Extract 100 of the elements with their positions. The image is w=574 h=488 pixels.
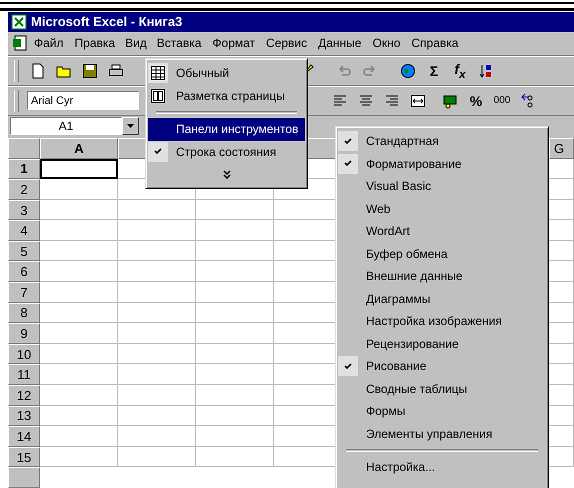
currency-icon[interactable]: [442, 92, 458, 109]
menu-bar-item[interactable]: Данные: [313, 33, 366, 54]
menu-bar-item[interactable]: Вставка: [152, 33, 206, 54]
name-box[interactable]: A1: [10, 117, 122, 136]
row-header[interactable]: 4: [8, 220, 40, 241]
grid-cell[interactable]: [118, 220, 196, 241]
row-header[interactable]: 10: [8, 344, 40, 364]
grid-cell[interactable]: [118, 240, 196, 262]
page-layout-icon[interactable]: [150, 88, 166, 104]
menu-item[interactable]: Рецензирование: [338, 332, 546, 355]
grid-cell[interactable]: [196, 200, 274, 220]
grid-cell[interactable]: [196, 426, 274, 447]
globe-icon[interactable]: [400, 62, 416, 79]
menu-bar-item[interactable]: Формат: [207, 33, 260, 54]
menu-bar-item[interactable]: Окно: [367, 33, 406, 54]
menu-item[interactable]: Разметка страницы: [148, 84, 305, 107]
grid-cell[interactable]: [118, 344, 196, 364]
grid-cell[interactable]: [118, 364, 196, 386]
menu-bar-item[interactable]: Сервис: [261, 33, 312, 54]
grid-cell[interactable]: [118, 302, 196, 324]
grid-cell[interactable]: [196, 385, 274, 406]
menu-bar-item[interactable]: Вид: [121, 34, 151, 52]
menu-item[interactable]: WordArt: [338, 220, 546, 242]
grid-cell[interactable]: [40, 302, 118, 324]
column-header[interactable]: A: [40, 138, 118, 159]
grid-cell[interactable]: [196, 220, 274, 241]
function-button[interactable]: f$_{x}$: [449, 60, 471, 82]
menu-item[interactable]: Элементы управления: [338, 422, 546, 445]
grid-cell[interactable]: [196, 406, 274, 426]
grid-cell[interactable]: [118, 406, 196, 426]
grid-cell[interactable]: [196, 323, 274, 344]
menu-item[interactable]: Настройка изображения: [338, 310, 546, 332]
row-header[interactable]: 5: [8, 240, 40, 262]
row-header[interactable]: 11: [8, 364, 40, 386]
percent-button[interactable]: %: [465, 90, 487, 112]
menu-item[interactable]: Рисование: [338, 355, 546, 378]
new-document-icon[interactable]: [30, 62, 46, 79]
menu-item[interactable]: Сводные таблицы: [338, 378, 546, 400]
menu-item[interactable]: Visual Basic: [338, 175, 546, 198]
menu-item[interactable]: Буфер обмена: [338, 242, 546, 265]
grid-cell[interactable]: [40, 344, 118, 364]
menu-item[interactable]: Настройка...: [338, 456, 546, 478]
printer-icon[interactable]: [108, 62, 124, 79]
corner-header[interactable]: [8, 138, 40, 159]
grid-cell[interactable]: [196, 446, 274, 468]
grid-cell[interactable]: [40, 282, 118, 303]
thousands-button[interactable]: 000: [491, 90, 513, 112]
row-header[interactable]: 12: [8, 385, 40, 406]
menu-item[interactable]: Обычный: [148, 62, 305, 84]
menu-item[interactable]: Формы: [338, 400, 546, 422]
grid-cell[interactable]: [40, 426, 118, 447]
grid-cell[interactable]: [196, 282, 274, 303]
grid-cell[interactable]: [196, 344, 274, 364]
row-header[interactable]: 15: [8, 446, 40, 468]
row-header[interactable]: 8: [8, 302, 40, 324]
menu-bar-item[interactable]: Файл: [29, 33, 69, 54]
column-header[interactable]: G: [549, 138, 574, 159]
row-header[interactable]: 7: [8, 282, 40, 303]
grid-cell[interactable]: [40, 261, 118, 282]
grid-cell[interactable]: [40, 446, 118, 468]
menu-item[interactable]: Форматирование: [338, 152, 546, 175]
excel-icon[interactable]: [11, 14, 27, 30]
menu-item[interactable]: Внешние данные: [338, 265, 546, 288]
grid-cell[interactable]: [196, 302, 274, 324]
row-header[interactable]: 3: [8, 200, 40, 220]
grid-cell[interactable]: [40, 240, 118, 262]
sum-button[interactable]: Σ: [423, 60, 445, 82]
document-icon[interactable]: [12, 35, 28, 52]
grid-cell[interactable]: [40, 323, 118, 344]
row-header[interactable]: 6: [8, 261, 40, 282]
grid-cell[interactable]: [40, 364, 118, 386]
font-field[interactable]: Arial Cyr: [27, 91, 139, 110]
active-cell[interactable]: [40, 158, 118, 180]
sort-ascending-icon[interactable]: [478, 62, 494, 79]
grid-cell[interactable]: [118, 385, 196, 406]
grid-cell[interactable]: [118, 200, 196, 220]
grid-cell[interactable]: [118, 261, 196, 282]
menu-item[interactable]: Панели инструментов: [148, 118, 305, 140]
grid-cell[interactable]: [40, 406, 118, 426]
row-header[interactable]: 1: [8, 158, 40, 180]
merge-center-icon[interactable]: [410, 92, 426, 109]
grid-cell[interactable]: [196, 240, 274, 262]
menu-item[interactable]: Диаграммы: [338, 288, 546, 310]
menu-item[interactable]: Стандартная: [338, 130, 546, 152]
row-header[interactable]: 9: [8, 323, 40, 344]
expand-chevron-icon[interactable]: [222, 170, 232, 178]
grid-cell[interactable]: [196, 261, 274, 282]
grid-cell[interactable]: [40, 385, 118, 406]
menu-item[interactable]: Строка состояния: [148, 140, 305, 163]
menu-bar-item[interactable]: Правка: [70, 33, 120, 54]
row-header[interactable]: 14: [8, 426, 40, 447]
grid-cell[interactable]: [40, 220, 118, 241]
dropdown-arrow-icon[interactable]: [127, 124, 134, 128]
grid-cell[interactable]: [118, 446, 196, 468]
row-header[interactable]: 2: [8, 179, 40, 200]
grid-cell[interactable]: [40, 200, 118, 220]
menu-bar-item[interactable]: Справка: [406, 33, 464, 54]
save-icon[interactable]: [82, 62, 98, 79]
menu-item[interactable]: Web: [338, 198, 546, 220]
row-header[interactable]: 13: [8, 406, 40, 426]
